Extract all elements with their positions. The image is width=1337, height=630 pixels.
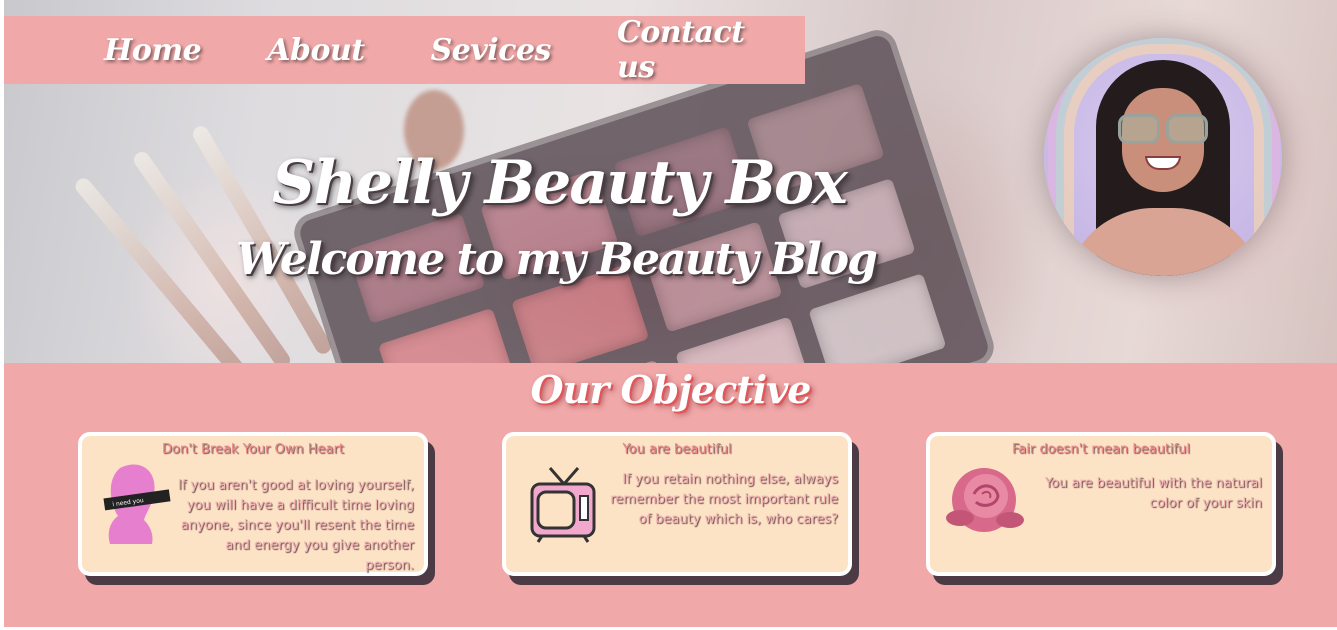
card-body: You are beautiful with the natural color…: [1044, 476, 1262, 511]
statue-icon: i need you: [103, 464, 171, 544]
objective-title: Our Objective: [530, 367, 812, 412]
avatar-glasses: [1118, 114, 1210, 144]
site-title: Shelly Beauty Box: [272, 148, 848, 218]
site-subtitle: Welcome to my Beauty Blog: [236, 234, 878, 285]
objective-card: You are beautiful If you retain nothing …: [502, 432, 852, 576]
card-body: If you aren't good at loving yourself, y…: [177, 478, 414, 573]
card-heading: Fair doesn't mean beautiful: [1012, 442, 1190, 457]
card-body: If you retain nothing else, always remem…: [610, 472, 838, 527]
nav-home-link[interactable]: Home: [104, 33, 202, 68]
nav-services-link[interactable]: Sevices: [431, 33, 552, 68]
objective-card: Fair doesn't mean beautiful You are beau…: [926, 432, 1276, 576]
rose-icon: [946, 468, 1024, 532]
objective-card: Don't Break Your Own Heart i need you If…: [78, 432, 428, 576]
nav-about-link[interactable]: About: [267, 33, 365, 68]
profile-avatar: [1044, 38, 1282, 276]
card-heading: You are beautiful: [622, 442, 732, 457]
objective-section: Our Objective Don't Break Your Own Heart…: [4, 363, 1337, 627]
card-heading: Don't Break Your Own Heart: [162, 442, 344, 457]
nav-contact-link[interactable]: Contact us: [617, 15, 745, 85]
tv-icon: [530, 467, 596, 543]
top-navigation: Home About Sevices Contact us: [4, 15, 805, 85]
